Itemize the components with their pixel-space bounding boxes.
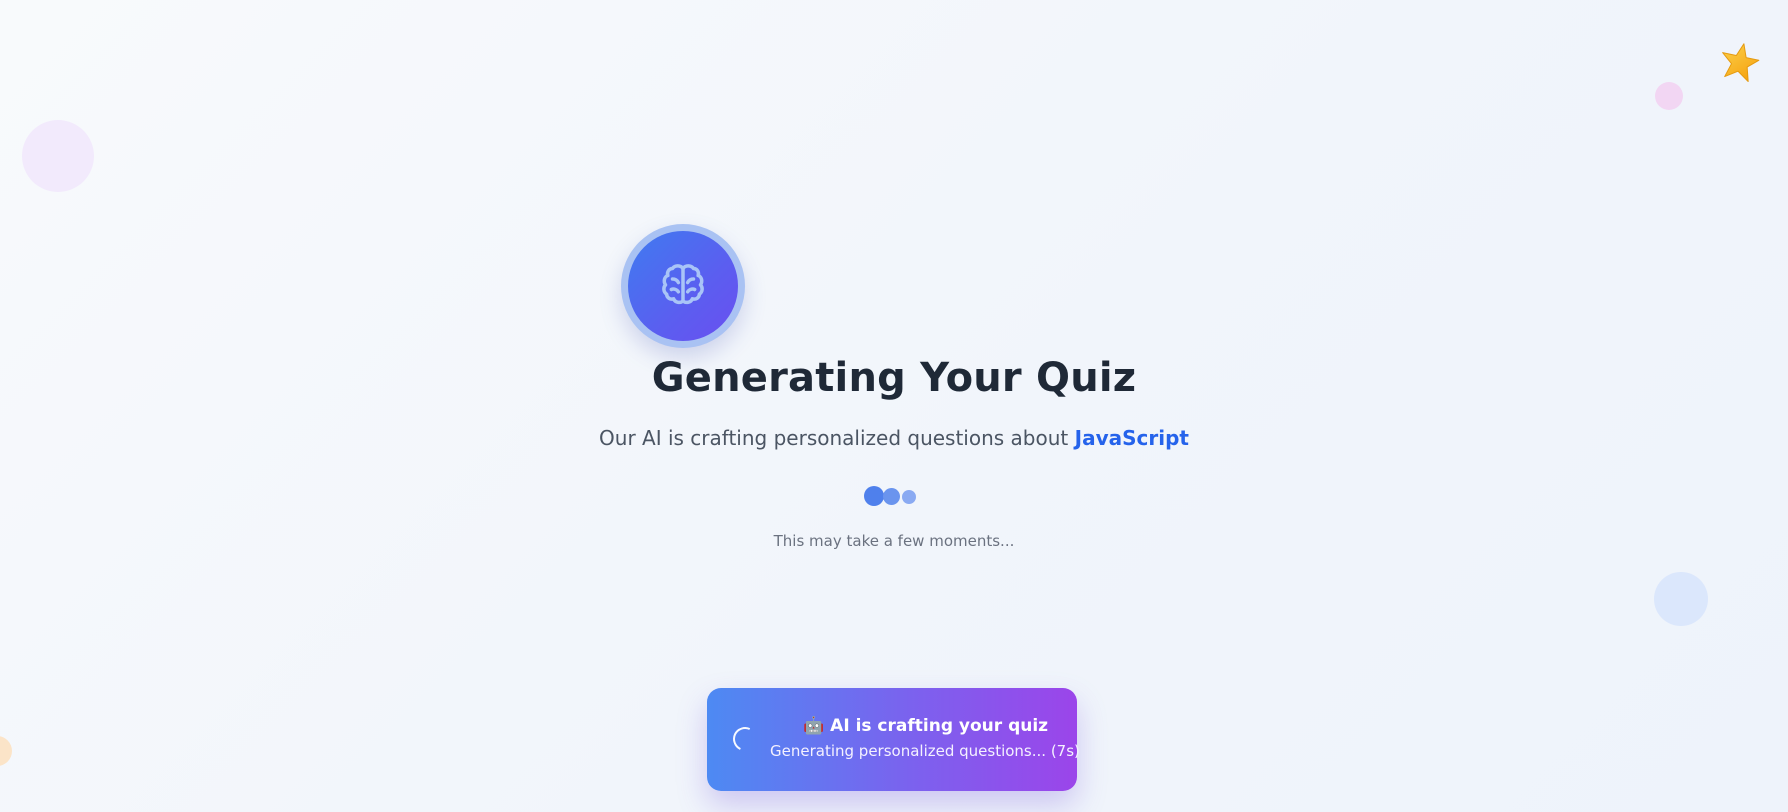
robot-icon: 🤖 (803, 716, 825, 736)
loading-dots (864, 486, 924, 506)
decorative-circle-blue (1654, 572, 1708, 626)
page-subtitle: Our AI is crafting personalized question… (0, 426, 1788, 450)
toast-title-text: AI is crafting your quiz (830, 716, 1049, 736)
brain-badge (621, 224, 745, 348)
progress-toast: 🤖 AI is crafting your quiz Generating per… (707, 688, 1080, 791)
wait-hint: This may take a few moments... (773, 532, 1015, 550)
decorative-circle-peach (0, 736, 12, 766)
subtitle-text: Our AI is crafting personalized question… (599, 426, 1075, 450)
brain-icon (662, 264, 704, 305)
topic-highlight: JavaScript (1074, 426, 1189, 450)
loading-dot (902, 490, 916, 504)
toast-status: Generating personalized questions... (7s… (770, 742, 1080, 760)
spinner-icon (729, 723, 761, 755)
loading-dot (883, 488, 900, 505)
decorative-circle-lavender (22, 120, 94, 192)
toast-title: 🤖 AI is crafting your quiz (803, 716, 1063, 736)
decorative-circle-pink (1655, 82, 1683, 110)
star-icon (1722, 43, 1760, 83)
loading-dot (864, 486, 884, 506)
page-title: Generating Your Quiz (651, 355, 1137, 401)
